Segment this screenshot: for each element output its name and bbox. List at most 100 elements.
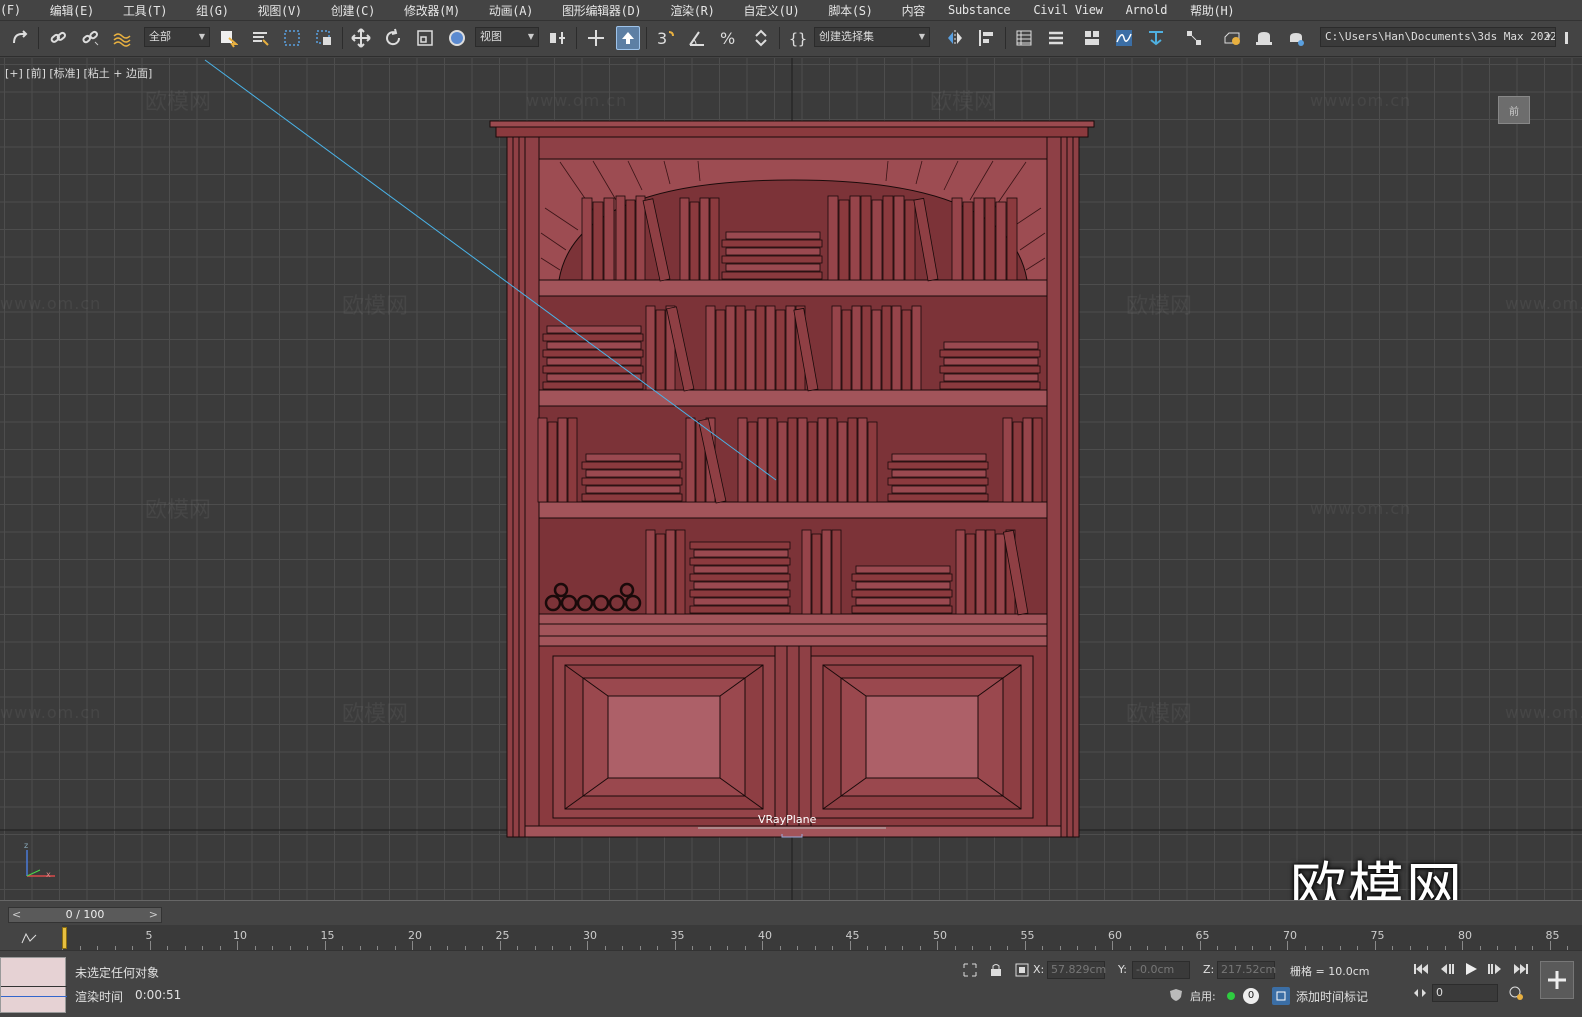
align-icon[interactable] — [975, 26, 999, 50]
x-coordinate-field[interactable]: 57.829cm — [1047, 961, 1106, 979]
next-frame-icon[interactable] — [1486, 961, 1504, 977]
percent-snap-icon[interactable]: % — [717, 26, 741, 50]
vray-plane-label[interactable]: VRayPlane — [758, 813, 816, 826]
render-setup-icon[interactable] — [1220, 26, 1244, 50]
book — [689, 605, 791, 614]
named-selection-dropdown[interactable]: 创建选择集 ▼ — [814, 27, 930, 47]
rotate-icon[interactable] — [381, 26, 405, 50]
rect-selection-region-icon[interactable] — [280, 26, 304, 50]
book — [721, 271, 823, 280]
menu-help[interactable]: 帮助(H) — [1174, 2, 1241, 19]
render-production-icon[interactable] — [1284, 26, 1308, 50]
time-slider-prev-icon[interactable]: < — [12, 908, 21, 922]
menu-group[interactable]: 组(G) — [174, 2, 235, 19]
timeline: < 0 / 100 > 5 10 15 20 25 30 35 40 45 50 55 60 65 70 7… — [0, 900, 1582, 951]
window-crossing-icon[interactable] — [312, 26, 336, 50]
project-path-dropdown[interactable]: C:\Users\Han\Documents\3ds Max 2022 ▼ — [1320, 27, 1556, 47]
svg-text:3: 3 — [657, 29, 667, 48]
book — [592, 201, 604, 281]
menu-animation[interactable]: 动画(A) — [467, 2, 540, 19]
menu-scripting[interactable]: 脚本(S) — [806, 2, 879, 19]
isolate-selection-icon[interactable] — [962, 961, 978, 979]
book — [851, 305, 862, 391]
bind-space-warp-icon[interactable] — [110, 26, 134, 50]
book — [755, 305, 766, 391]
menu-create[interactable]: 创建(C) — [309, 2, 382, 19]
menu-modifiers[interactable]: 修改器(M) — [382, 2, 467, 19]
placement-icon[interactable] — [445, 26, 469, 50]
current-frame-field[interactable]: 0 — [1432, 984, 1498, 1002]
menu-edit[interactable]: 编辑(E) — [28, 2, 101, 19]
menu-tools[interactable]: 工具(T) — [101, 2, 174, 19]
scale-icon[interactable] — [413, 26, 437, 50]
keyboard-shortcut-override-icon[interactable] — [616, 26, 640, 50]
previous-frame-icon[interactable] — [1438, 961, 1456, 977]
spinner-snap-icon[interactable] — [749, 26, 773, 50]
book — [855, 565, 951, 574]
menu-views[interactable]: 视图(V) — [236, 2, 309, 19]
key-mode-icon[interactable] — [1412, 985, 1428, 1001]
current-frame-marker[interactable] — [62, 927, 67, 949]
select-by-name-icon[interactable] — [248, 26, 272, 50]
menu-content[interactable]: 内容 — [880, 2, 932, 19]
z-coordinate-label: Z: — [1203, 963, 1215, 976]
maxscript-listener-mini[interactable] — [0, 957, 67, 1013]
time-ruler[interactable]: 5 10 15 20 25 30 35 40 45 50 55 60 65 70 75 80 85 — [62, 925, 1582, 951]
menu-customize[interactable]: 自定义(U) — [722, 2, 807, 19]
edit-named-selection-icon[interactable]: {} — [786, 26, 810, 50]
enable-count-badge[interactable]: 0 — [1243, 988, 1259, 1004]
unlink-icon[interactable] — [78, 26, 102, 50]
curve-editor-icon[interactable] — [1112, 26, 1136, 50]
book — [893, 195, 905, 281]
menu-file[interactable]: (F) — [0, 3, 28, 17]
time-slider[interactable]: < 0 / 100 > — [8, 907, 162, 923]
selection-lock-icon[interactable] — [988, 961, 1004, 979]
select-manipulate-icon[interactable] — [584, 26, 608, 50]
material-editor-icon[interactable] — [1182, 26, 1206, 50]
reference-coordinate-dropdown[interactable]: 视图 ▼ — [475, 27, 539, 47]
y-coordinate-field[interactable]: -0.0cm — [1132, 961, 1190, 979]
schematic-view-icon[interactable] — [1144, 26, 1168, 50]
menu-rendering[interactable]: 渲染(R) — [648, 2, 721, 19]
add-time-tag[interactable]: 添加时间标记 — [1296, 988, 1368, 1005]
book — [645, 305, 656, 391]
menu-arnold[interactable]: Arnold — [1110, 3, 1175, 17]
angle-snap-icon[interactable] — [685, 26, 709, 50]
time-tag-icon[interactable] — [1272, 987, 1290, 1005]
mini-curve-editor-icon[interactable] — [18, 929, 40, 947]
absolute-mode-transform-icon[interactable] — [1014, 961, 1030, 979]
toggle-ribbon-icon[interactable] — [1080, 26, 1104, 50]
z-coordinate-field[interactable]: 217.52cm — [1217, 961, 1276, 979]
selection-filter-dropdown[interactable]: 全部 ▼ — [144, 27, 210, 47]
viewcube[interactable]: 前 — [1498, 96, 1530, 124]
go-to-end-icon[interactable] — [1512, 961, 1530, 977]
shield-icon[interactable] — [1168, 987, 1184, 1003]
create-key-icon[interactable] — [1540, 961, 1574, 999]
book — [955, 529, 966, 615]
front-viewport[interactable]: [+] [前] [标准] [粘土 + 边面] 欧模网 www.om.cn 欧模网… — [0, 58, 1582, 900]
time-config-icon[interactable] — [1508, 985, 1524, 1001]
project-folder-icon[interactable] — [1560, 26, 1582, 50]
layer-explorer-icon[interactable] — [1044, 26, 1068, 50]
scene-explorer-icon[interactable] — [1012, 26, 1036, 50]
snaps-toggle-icon[interactable]: 3 — [653, 26, 677, 50]
timeline-tick-label: 5 — [145, 929, 153, 942]
move-icon[interactable] — [349, 26, 373, 50]
select-object-icon[interactable] — [216, 26, 240, 50]
redo-icon[interactable] — [8, 26, 32, 50]
book — [851, 605, 953, 614]
rendered-frame-window-icon[interactable] — [1252, 26, 1276, 50]
time-slider-next-icon[interactable]: > — [149, 908, 158, 922]
pivot-icon[interactable] — [545, 26, 569, 50]
go-to-start-icon[interactable] — [1412, 961, 1430, 977]
book — [581, 477, 683, 486]
menu-civil-view[interactable]: Civil View — [1017, 3, 1109, 17]
menu-substance[interactable]: Substance — [932, 3, 1017, 17]
mirror-icon[interactable] — [943, 26, 967, 50]
menu-graph-editors[interactable]: 图形编辑器(D) — [540, 2, 648, 19]
link-icon[interactable] — [46, 26, 70, 50]
book — [811, 533, 822, 615]
book — [757, 417, 768, 503]
play-icon[interactable] — [1462, 960, 1480, 978]
book — [715, 309, 726, 391]
